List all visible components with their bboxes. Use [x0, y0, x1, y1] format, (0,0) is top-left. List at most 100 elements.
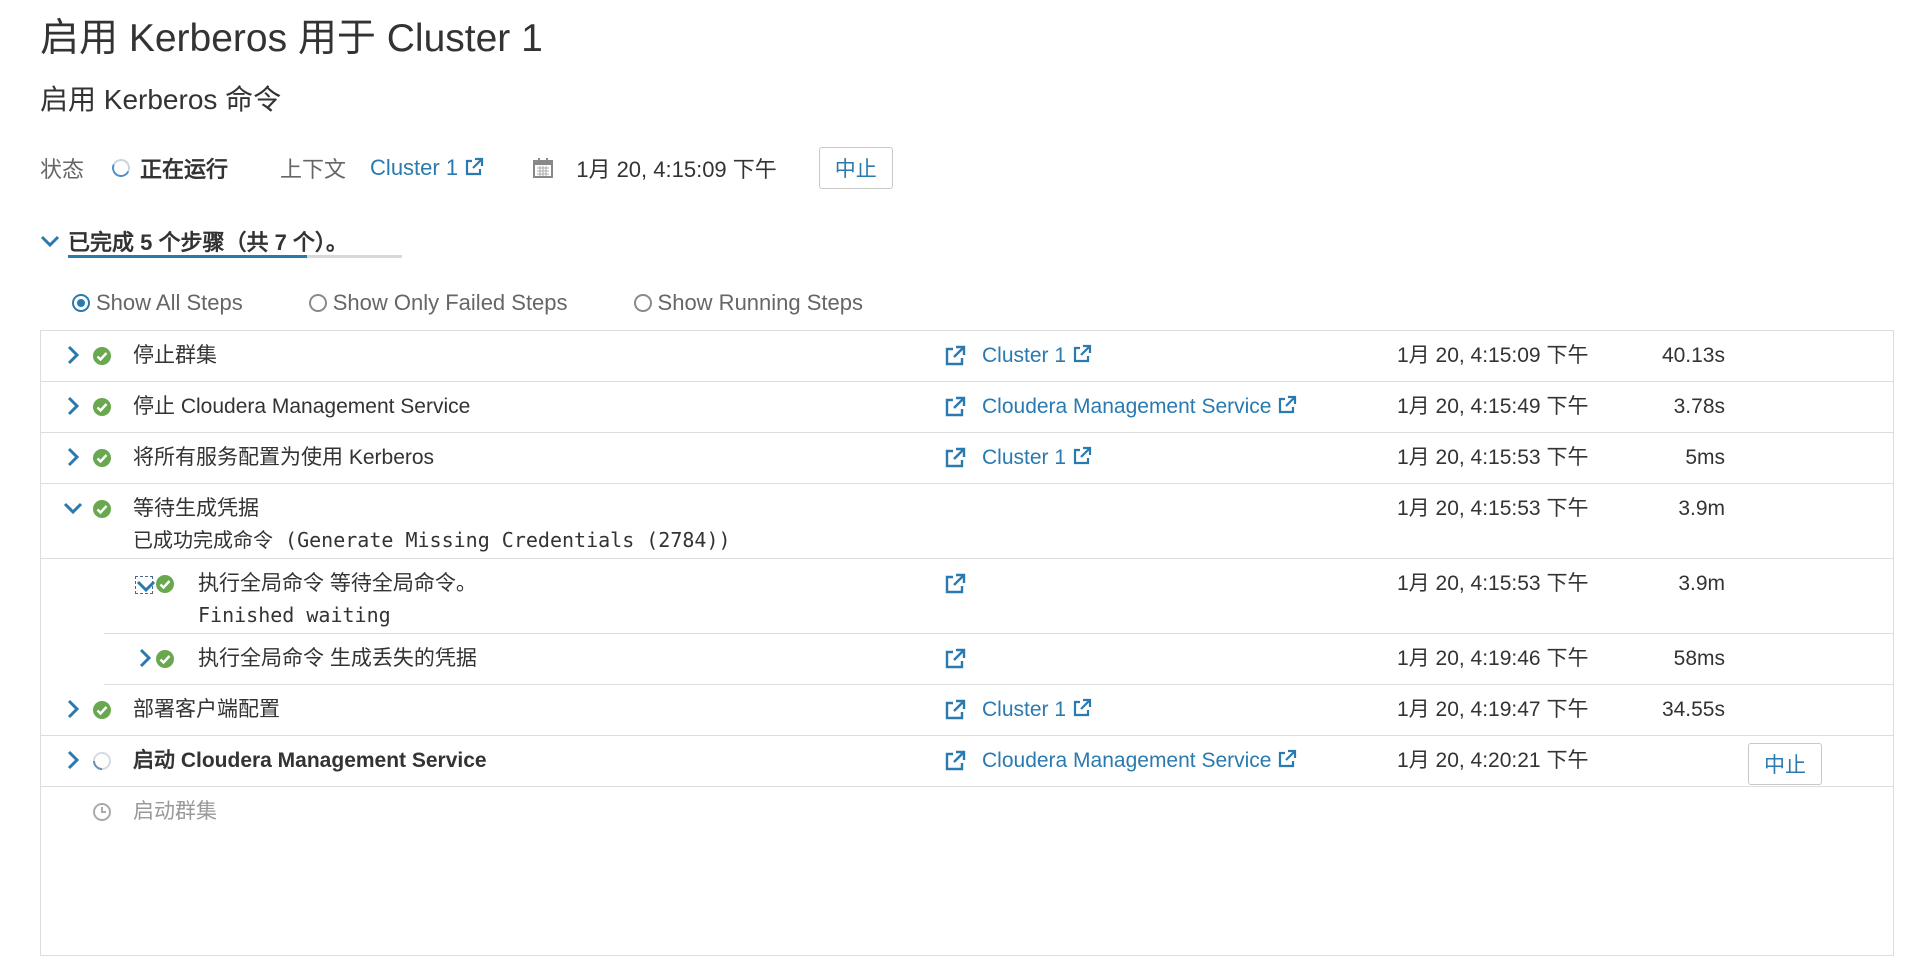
step-context-label: Cloudera Management Service — [982, 395, 1278, 418]
filter-all-steps[interactable]: Show All Steps — [72, 290, 243, 316]
step-duration: 40.13s — [1661, 344, 1725, 367]
chevron-right-icon[interactable] — [63, 699, 83, 719]
context-label: 上下文 — [280, 157, 347, 182]
open-step-external-icon[interactable] — [944, 573, 966, 595]
calendar-icon — [533, 158, 554, 178]
step-start-time: 1月 20, 4:15:53 下午 — [1397, 572, 1589, 595]
step-context-label: Cluster 1 — [982, 344, 1072, 367]
success-check-icon — [93, 500, 111, 518]
step-context-label: Cluster 1 — [982, 698, 1072, 721]
status-value: 正在运行 — [140, 157, 229, 182]
open-step-external-icon[interactable] — [944, 648, 966, 670]
radio-running[interactable] — [633, 294, 652, 312]
success-check-icon — [156, 575, 174, 593]
step-context-link[interactable]: Cluster 1 — [982, 342, 1092, 370]
step-context-link[interactable]: Cluster 1 — [982, 444, 1092, 472]
radio-failed[interactable] — [308, 294, 327, 312]
start-time: 1月 20, 4:15:09 下午 — [576, 157, 777, 182]
step-context-label: Cloudera Management Service — [982, 749, 1278, 772]
step-duration: 5ms — [1685, 446, 1725, 469]
context-link-label: Cluster 1 — [370, 155, 459, 180]
chevron-right-icon[interactable] — [135, 648, 155, 668]
abort-command-button[interactable]: 中止 — [818, 147, 893, 189]
step-start-time: 1月 20, 4:15:09 下午 — [1397, 344, 1589, 367]
step-duration: 3.78s — [1673, 395, 1725, 418]
step-context-label: Cluster 1 — [982, 446, 1072, 469]
filter-running-label: Show Running Steps — [657, 290, 863, 315]
step-name: 停止群集 — [133, 344, 217, 367]
step-context-link[interactable]: Cloudera Management Service — [982, 393, 1297, 421]
pending-clock-icon — [93, 803, 111, 821]
progress-bar-fill — [68, 255, 307, 258]
step-row[interactable]: 启动群集 — [41, 787, 1893, 838]
step-context-link[interactable]: Cloudera Management Service — [982, 747, 1297, 775]
chevron-right-icon[interactable] — [63, 396, 83, 416]
step-duration: 3.9m — [1678, 497, 1725, 520]
success-check-icon — [93, 398, 111, 416]
chevron-right-icon[interactable] — [63, 750, 83, 770]
steps-progress[interactable]: 已完成 5 个步骤（共 7 个）。 — [40, 224, 402, 258]
progress-bar — [68, 255, 402, 258]
success-check-icon — [93, 347, 111, 365]
step-row[interactable]: 将所有服务配置为使用 Kerberos Cluster 1 1月 20, 4:15… — [41, 433, 1893, 484]
external-link-icon — [1073, 698, 1091, 717]
command-status-bar: 状态 正在运行 上下文 Cluster 1 1月 20, 4:15:09 下午 … — [40, 146, 893, 190]
radio-all[interactable] — [72, 294, 90, 312]
step-name: 将所有服务配置为使用 Kerberos — [133, 446, 435, 469]
chevron-down-icon[interactable] — [136, 576, 156, 596]
open-step-external-icon[interactable] — [944, 750, 966, 772]
open-step-external-icon[interactable] — [944, 345, 966, 367]
open-step-external-icon[interactable] — [944, 396, 966, 418]
status-label: 状态 — [40, 157, 85, 182]
sub-step-row[interactable]: 执行全局命令 生成丢失的凭据 1月 20, 4:19:46 下午 58ms — [104, 634, 1893, 685]
external-link-icon — [1073, 344, 1091, 363]
step-name: 部署客户端配置 — [133, 698, 280, 721]
open-step-external-icon[interactable] — [944, 699, 966, 721]
step-name: 等待生成凭据 — [133, 497, 259, 520]
chevron-right-icon[interactable] — [63, 447, 83, 467]
step-start-time: 1月 20, 4:15:53 下午 — [1397, 446, 1589, 469]
step-duration: 3.9m — [1678, 572, 1725, 595]
step-start-time: 1月 20, 4:15:49 下午 — [1397, 395, 1589, 418]
running-spinner-icon — [109, 156, 133, 180]
steps-table: 停止群集 Cluster 1 1月 20, 4:15:09 下午 40.13s 停止 … — [40, 330, 1894, 956]
step-detail: Finished waiting — [198, 603, 391, 627]
step-filter-group: Show All Steps Show Only Failed Steps Sh… — [72, 286, 863, 320]
step-duration: 34.55s — [1661, 698, 1725, 721]
step-duration: 58ms — [1673, 647, 1725, 670]
step-name: 执行全局命令 等待全局命令。 — [198, 572, 477, 595]
success-check-icon — [93, 701, 111, 719]
chevron-right-icon[interactable] — [63, 345, 83, 365]
step-start-time: 1月 20, 4:20:21 下午 — [1397, 749, 1589, 772]
step-name: 启动群集 — [133, 800, 217, 823]
step-name: 执行全局命令 生成丢失的凭据 — [198, 647, 477, 670]
filter-failed-label: Show Only Failed Steps — [332, 290, 568, 315]
step-row[interactable]: 停止 Cloudera Management Service Cloudera M… — [41, 382, 1893, 433]
step-detail: 已成功完成命令 (Generate Missing Credentials (2… — [133, 528, 731, 552]
filter-running-steps[interactable]: Show Running Steps — [633, 290, 863, 316]
step-start-time: 1月 20, 4:19:47 下午 — [1397, 698, 1589, 721]
filter-all-label: Show All Steps — [96, 290, 243, 315]
step-name: 启动 Cloudera Management Service — [133, 749, 487, 772]
success-check-icon — [156, 650, 174, 668]
chevron-down-icon[interactable] — [63, 498, 83, 518]
chevron-down-icon[interactable] — [40, 231, 60, 251]
external-link-icon — [1073, 446, 1091, 465]
step-start-time: 1月 20, 4:19:46 下午 — [1397, 647, 1589, 670]
context-link[interactable]: Cluster 1 — [370, 155, 484, 181]
step-row[interactable]: 启动 Cloudera Management Service Cloudera M… — [41, 736, 1893, 787]
step-row[interactable]: 部署客户端配置 Cluster 1 1月 20, 4:19:47 下午 34.55s — [41, 685, 1893, 736]
open-step-external-icon[interactable] — [944, 447, 966, 469]
running-spinner-icon — [93, 752, 111, 770]
step-row[interactable]: 停止群集 Cluster 1 1月 20, 4:15:09 下午 40.13s — [41, 331, 1893, 382]
sub-step-row[interactable]: 执行全局命令 等待全局命令。 Finished waiting 1月 20, 4:1… — [104, 559, 1893, 634]
command-title: 启用 Kerberos 命令 — [40, 84, 282, 115]
external-link-icon — [1279, 395, 1297, 414]
abort-step-button[interactable]: 中止 — [1748, 743, 1822, 785]
filter-failed-steps[interactable]: Show Only Failed Steps — [308, 290, 568, 316]
step-context-link[interactable]: Cluster 1 — [982, 696, 1092, 724]
step-name: 停止 Cloudera Management Service — [133, 395, 471, 418]
progress-text: 已完成 5 个步骤（共 7 个）。 — [68, 230, 348, 255]
step-row[interactable]: 等待生成凭据已成功完成命令 (Generate Missing Credenti… — [41, 484, 1893, 559]
step-start-time: 1月 20, 4:15:53 下午 — [1397, 497, 1589, 520]
